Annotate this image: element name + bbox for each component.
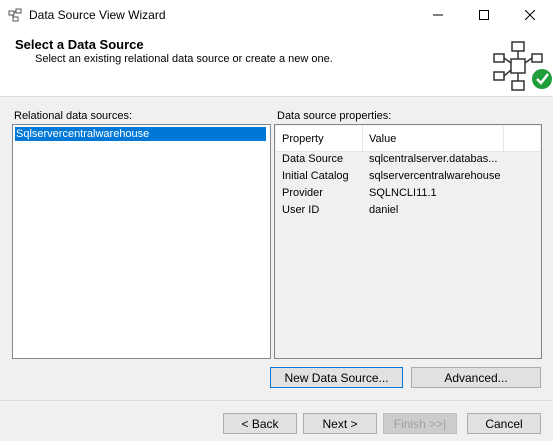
column-divider[interactable]: [503, 126, 504, 151]
app-icon: [8, 8, 22, 22]
property-name: User ID: [282, 204, 320, 216]
finish-button[interactable]: Finish >>|: [383, 413, 457, 434]
column-divider[interactable]: [362, 126, 363, 151]
maximize-button[interactable]: [461, 0, 507, 30]
column-header-property[interactable]: Property: [282, 133, 324, 145]
close-icon: [525, 10, 535, 20]
window-title: Data Source View Wizard: [29, 8, 166, 22]
cancel-button[interactable]: Cancel: [467, 413, 541, 434]
list-item[interactable]: Sqlservercentralwarehouse: [15, 127, 266, 141]
close-button[interactable]: [507, 0, 553, 30]
minimize-icon: [433, 14, 443, 16]
property-name: Data Source: [282, 153, 344, 165]
properties-header: Property Value: [276, 126, 540, 152]
page-subtitle: Select an existing relational data sourc…: [35, 53, 333, 65]
next-button[interactable]: Next >: [303, 413, 377, 434]
data-source-network-icon: [493, 41, 552, 91]
property-value: daniel: [369, 204, 399, 216]
relational-sources-label: Relational data sources:: [14, 110, 133, 122]
column-header-value[interactable]: Value: [369, 133, 396, 145]
properties-grid: Property Value Data Source sqlcentralser…: [274, 124, 542, 359]
maximize-icon: [479, 10, 489, 20]
property-name: Provider: [282, 187, 323, 199]
checkmark-icon: [532, 69, 552, 89]
title-bar: Data Source View Wizard: [0, 0, 553, 30]
wizard-header: Select a Data Source Select an existing …: [0, 30, 553, 97]
property-value: sqlcentralserver.databas...: [369, 153, 498, 165]
advanced-button[interactable]: Advanced...: [411, 367, 541, 388]
relational-sources-list[interactable]: Sqlservercentralwarehouse: [12, 124, 271, 359]
table-row: User ID daniel: [282, 204, 540, 221]
new-data-source-button[interactable]: New Data Source...: [270, 367, 403, 388]
footer-divider: [0, 400, 553, 401]
minimize-button[interactable]: [415, 0, 461, 30]
property-name: Initial Catalog: [282, 170, 349, 182]
property-value: SQLNCLI11.1: [369, 187, 437, 199]
properties-label: Data source properties:: [277, 110, 392, 122]
page-title: Select a Data Source: [15, 37, 144, 52]
property-value: sqlservercentralwarehouse: [369, 170, 501, 182]
table-row: Provider SQLNCLI11.1: [282, 187, 540, 204]
back-button[interactable]: < Back: [223, 413, 297, 434]
table-row: Initial Catalog sqlservercentralwarehous…: [282, 170, 540, 187]
table-row: Data Source sqlcentralserver.databas...: [282, 153, 540, 170]
